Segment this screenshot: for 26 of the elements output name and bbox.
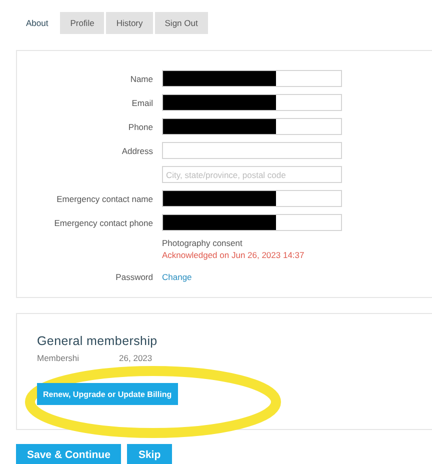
field-label: Phone — [128, 122, 153, 132]
input-field[interactable] — [162, 190, 342, 207]
membership-note: 26, 2023 — [119, 353, 152, 363]
tab[interactable]: History — [106, 12, 153, 34]
consent-status: Acknowledged on Jun 26, 2023 14:37 — [162, 250, 304, 260]
membership-note: Membershi — [37, 353, 80, 363]
tab[interactable]: Profile — [60, 12, 104, 34]
change-link[interactable]: Change — [162, 272, 192, 282]
consent-title: Photography consent — [162, 238, 244, 248]
field-label: Name — [130, 74, 153, 84]
field-label: Emergency contact name — [56, 194, 153, 204]
membership-title: General membership — [37, 334, 158, 348]
input-field[interactable]: City, state/province, postal code — [162, 166, 342, 183]
renew-button[interactable]: Renew, Upgrade or Update Billing — [37, 383, 178, 405]
input-field[interactable] — [162, 142, 342, 159]
field-label: Address — [122, 146, 153, 156]
field-label: Email — [132, 98, 153, 108]
field-label: Password — [116, 272, 153, 282]
input-field[interactable] — [162, 214, 342, 231]
tab[interactable]: Sign Out — [154, 12, 208, 34]
input-field[interactable] — [162, 94, 342, 111]
action-button[interactable]: Skip — [127, 444, 172, 464]
input-field[interactable] — [162, 118, 342, 135]
input-field[interactable] — [162, 70, 342, 87]
action-button[interactable]: Save & Continue — [16, 444, 122, 464]
field-label: Emergency contact phone — [54, 218, 153, 228]
